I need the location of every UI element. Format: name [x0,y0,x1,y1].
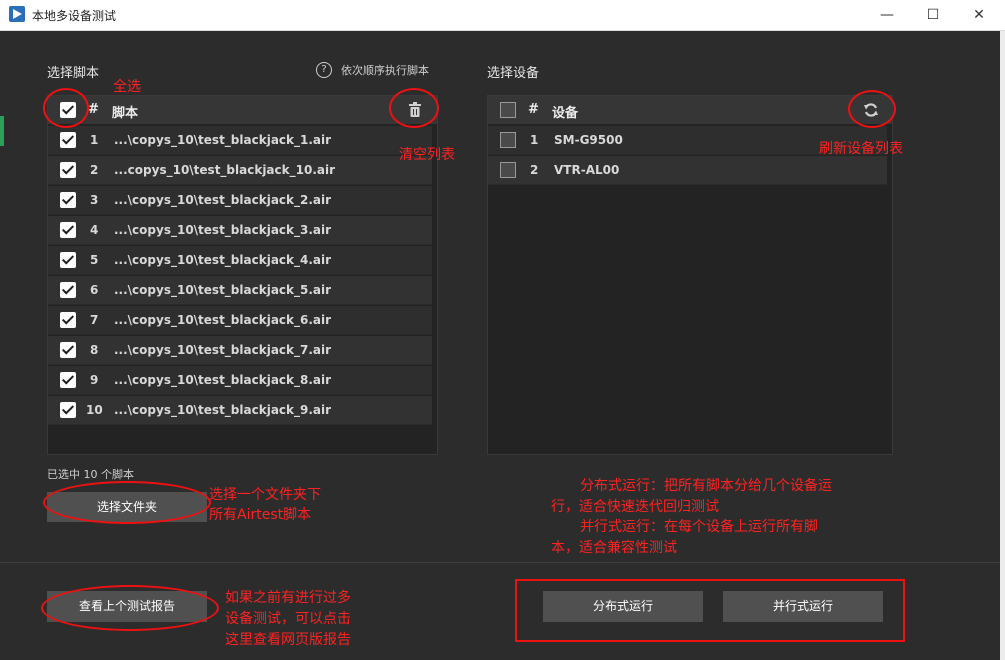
scripts-row-checkbox[interactable] [60,222,76,238]
app-window: 本地多设备测试 — ☐ ✕ 选择脚本 ? 依次顺序执行脚本 # 脚本 1 ...… [0,0,1005,660]
scripts-row[interactable]: 7 ...\copys_10\test_blackjack_6.air [48,306,432,335]
parallel-run-button[interactable]: 并行式运行 [723,591,883,622]
devices-row-name: VTR-AL00 [554,163,620,177]
annotation-folder-line1: 选择一个文件夹下 [209,487,321,503]
devices-list-header: # 设备 [488,96,892,124]
annotation-refresh-devices: 刷新设备列表 [819,141,903,157]
annotation-mode-line4: 本，适合兼容性测试 [551,540,677,556]
scripts-row-name: ...\copys_10\test_blackjack_3.air [114,223,332,237]
scripts-row-name: ...\copys_10\test_blackjack_7.air [114,343,332,357]
scripts-row[interactable]: 1 ...\copys_10\test_blackjack_1.air [48,126,432,155]
scripts-row-checkbox[interactable] [60,342,76,358]
scripts-row[interactable]: 8 ...\copys_10\test_blackjack_7.air [48,336,432,365]
scripts-row-name: ...copys_10\test_blackjack_10.air [114,163,336,177]
devices-row[interactable]: 2 VTR-AL00 [488,156,887,185]
scripts-row-checkbox[interactable] [60,372,76,388]
distributed-run-button[interactable]: 分布式运行 [543,591,703,622]
scripts-row-checkbox[interactable] [60,282,76,298]
scripts-row[interactable]: 4 ...\copys_10\test_blackjack_3.air [48,216,432,245]
app-logo-icon [9,6,25,22]
scripts-section-label: 选择脚本 [47,66,100,81]
annotation-report-line1: 如果之前有进行过多 [225,590,351,606]
scripts-row-name: ...\copys_10\test_blackjack_1.air [114,133,332,147]
select-all-devices-checkbox[interactable] [500,102,516,118]
left-edge-bar [0,116,4,146]
scripts-row[interactable]: 3 ...\copys_10\test_blackjack_2.air [48,186,432,215]
annotation-mode-line2: 行，适合快速迭代回归测试 [551,499,719,515]
devices-row-number: 1 [530,133,539,147]
scripts-row-name: ...\copys_10\test_blackjack_4.air [114,253,332,267]
scripts-row-checkbox[interactable] [60,132,76,148]
devices-header-name: 设备 [552,106,579,121]
scripts-row-number: 7 [90,313,99,327]
scripts-list-header: # 脚本 [48,96,437,124]
devices-header-num: # [528,102,539,117]
annotation-folder-line2: 所有Airtest脚本 [209,507,312,523]
scripts-row-number: 4 [90,223,99,237]
devices-row-name: SM-G9500 [554,133,623,147]
window-title: 本地多设备测试 [32,9,117,23]
annotation-report-line2: 设备测试，可以点击 [225,611,351,627]
help-icon[interactable]: ? [316,62,332,78]
scripts-row[interactable]: 2 ...copys_10\test_blackjack_10.air [48,156,432,185]
scripts-row-checkbox[interactable] [60,192,76,208]
minimize-button[interactable]: — [864,0,910,30]
annotation-report-line3: 这里查看网页版报告 [225,632,351,648]
scripts-row-name: ...\copys_10\test_blackjack_9.air [114,403,332,417]
sequential-hint[interactable]: ? 依次顺序执行脚本 [316,62,429,78]
scripts-row-name: ...\copys_10\test_blackjack_2.air [114,193,332,207]
scripts-list-panel: # 脚本 1 ...\copys_10\test_blackjack_1.air 2… [47,95,438,455]
trash-icon[interactable] [408,102,422,121]
sequential-hint-text: 依次顺序执行脚本 [341,64,429,77]
scripts-row-name: ...\copys_10\test_blackjack_6.air [114,313,332,327]
refresh-icon[interactable] [863,102,879,122]
scripts-row-number: 8 [90,343,99,357]
scripts-row-number: 6 [90,283,99,297]
scripts-row-checkbox[interactable] [60,252,76,268]
scripts-row-name: ...\copys_10\test_blackjack_5.air [114,283,332,297]
scripts-row[interactable]: 10 ...\copys_10\test_blackjack_9.air [48,396,432,425]
scripts-row[interactable]: 6 ...\copys_10\test_blackjack_5.air [48,276,432,305]
scripts-row[interactable]: 5 ...\copys_10\test_blackjack_4.air [48,246,432,275]
annotation-mode-line1: 分布式运行：把所有脚本分给几个设备运 [580,478,832,494]
scripts-row-number: 3 [90,193,99,207]
close-button[interactable]: ✕ [956,0,1002,30]
devices-row-number: 2 [530,163,539,177]
annotation-mode-line3: 并行式运行：在每个设备上运行所有脚 [580,519,818,535]
footer-divider [0,562,1005,563]
select-all-checkbox[interactable] [60,102,76,118]
scripts-row-number: 5 [90,253,99,267]
devices-section-label: 选择设备 [487,66,540,81]
scripts-row-number: 10 [86,403,103,417]
scripts-row[interactable]: 9 ...\copys_10\test_blackjack_8.air [48,366,432,395]
annotation-clear-list: 清空列表 [399,147,455,163]
scripts-row-number: 9 [90,373,99,387]
scripts-header-name: 脚本 [112,106,139,121]
devices-row-checkbox[interactable] [500,132,516,148]
scripts-row-checkbox[interactable] [60,312,76,328]
selected-count-label: 已选中 10 个脚本 [47,468,134,481]
scripts-header-num: # [88,102,99,117]
devices-row-checkbox[interactable] [500,162,516,178]
maximize-button[interactable]: ☐ [910,0,956,30]
view-last-report-button[interactable]: 查看上个测试报告 [47,591,207,622]
annotation-select-all: 全选 [113,79,141,95]
scripts-row-checkbox[interactable] [60,162,76,178]
scripts-row-checkbox[interactable] [60,402,76,418]
title-bar: 本地多设备测试 — ☐ ✕ [0,0,1005,31]
right-edge-strip [1000,31,1005,660]
scripts-row-number: 2 [90,163,99,177]
select-folder-button[interactable]: 选择文件夹 [47,492,207,522]
scripts-row-name: ...\copys_10\test_blackjack_8.air [114,373,332,387]
scripts-row-number: 1 [90,133,99,147]
